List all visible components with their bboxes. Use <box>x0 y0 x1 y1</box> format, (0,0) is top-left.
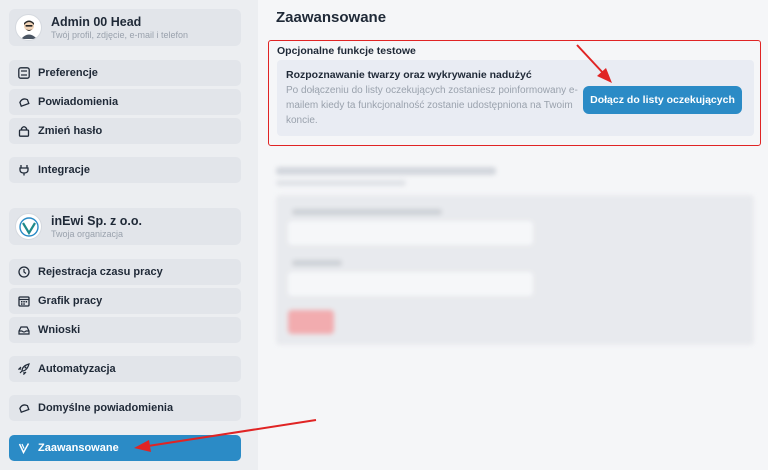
advanced-icon <box>17 441 31 455</box>
bell-icon <box>17 95 31 109</box>
sidebar-item-label: Integracje <box>38 164 90 176</box>
organization-card[interactable]: inEwi Sp. z o.o. Twoja organizacja <box>9 208 241 245</box>
disabled-blurred-section <box>268 160 758 350</box>
sidebar: Admin 00 Head Twój profil, zdjęcie, e-ma… <box>0 0 258 470</box>
blurred-label <box>292 209 442 215</box>
sidebar-item-label: Powiadomienia <box>38 96 119 108</box>
sidebar-item-label: Zmień hasło <box>38 125 103 137</box>
sidebar-item-label: Wnioski <box>38 324 81 336</box>
organization-subtitle: Twoja organizacja <box>51 229 124 240</box>
sidebar-item-integrations[interactable]: Integracje <box>9 157 241 183</box>
sidebar-item-label: Domyślne powiadomienia <box>38 402 174 414</box>
sidebar-item-label: Preferencje <box>38 67 98 79</box>
join-waitlist-button[interactable]: Dołącz do listy oczekujących <box>583 86 742 114</box>
sidebar-item-preferences[interactable]: Preferencje <box>9 60 241 86</box>
bell-icon <box>17 401 31 415</box>
feature-panel: Rozpoznawanie twarzy oraz wykrywanie nad… <box>277 60 754 136</box>
blurred-heading <box>276 167 496 175</box>
sidebar-item-default-notifications[interactable]: Domyślne powiadomienia <box>9 395 241 421</box>
blurred-select <box>288 272 533 296</box>
sidebar-item-label: Rejestracja czasu pracy <box>38 266 163 278</box>
profile-subtitle: Twój profil, zdjęcie, e-mail i telefon <box>51 30 189 41</box>
optional-features-section: Opcjonalne funkcje testowe Rozpoznawanie… <box>268 40 761 146</box>
profile-card[interactable]: Admin 00 Head Twój profil, zdjęcie, e-ma… <box>9 9 241 46</box>
sidebar-item-advanced[interactable]: Zaawansowane <box>9 435 241 461</box>
organization-logo-icon <box>18 216 39 237</box>
profile-name: Admin 00 Head <box>51 14 142 29</box>
sidebar-item-automation[interactable]: Automatyzacja <box>9 356 241 382</box>
blurred-button <box>288 310 334 334</box>
blurred-select <box>288 221 533 245</box>
blurred-label <box>292 260 342 266</box>
sidebar-item-time-registration[interactable]: Rejestracja czasu pracy <box>9 259 241 285</box>
avatar <box>15 14 42 41</box>
organization-name: inEwi Sp. z o.o. <box>51 213 142 228</box>
user-avatar-icon <box>20 20 37 39</box>
page-title: Zaawansowane <box>276 9 387 26</box>
sidebar-item-label: Automatyzacja <box>38 363 116 375</box>
sidebar-item-notifications[interactable]: Powiadomienia <box>9 89 241 115</box>
blurred-subheading <box>276 180 406 186</box>
lock-icon <box>17 124 31 138</box>
section-heading: Opcjonalne funkcje testowe <box>277 45 416 57</box>
sidebar-item-label: Grafik pracy <box>38 295 103 307</box>
sidebar-item-change-password[interactable]: Zmień hasło <box>9 118 241 144</box>
clock-icon <box>17 265 31 279</box>
plug-icon <box>17 163 31 177</box>
feature-description: Po dołączeniu do listy oczekujących zost… <box>286 85 578 126</box>
sliders-icon <box>17 66 31 80</box>
organization-logo <box>15 213 42 240</box>
rocket-icon <box>17 362 31 376</box>
blurred-panel <box>276 195 754 345</box>
inbox-icon <box>17 323 31 337</box>
sidebar-item-requests[interactable]: Wnioski <box>9 317 241 343</box>
sidebar-item-label: Zaawansowane <box>38 442 119 454</box>
sidebar-item-work-schedule[interactable]: Grafik pracy <box>9 288 241 314</box>
calendar-icon <box>17 294 31 308</box>
feature-title: Rozpoznawanie twarzy oraz wykrywanie nad… <box>286 69 532 81</box>
